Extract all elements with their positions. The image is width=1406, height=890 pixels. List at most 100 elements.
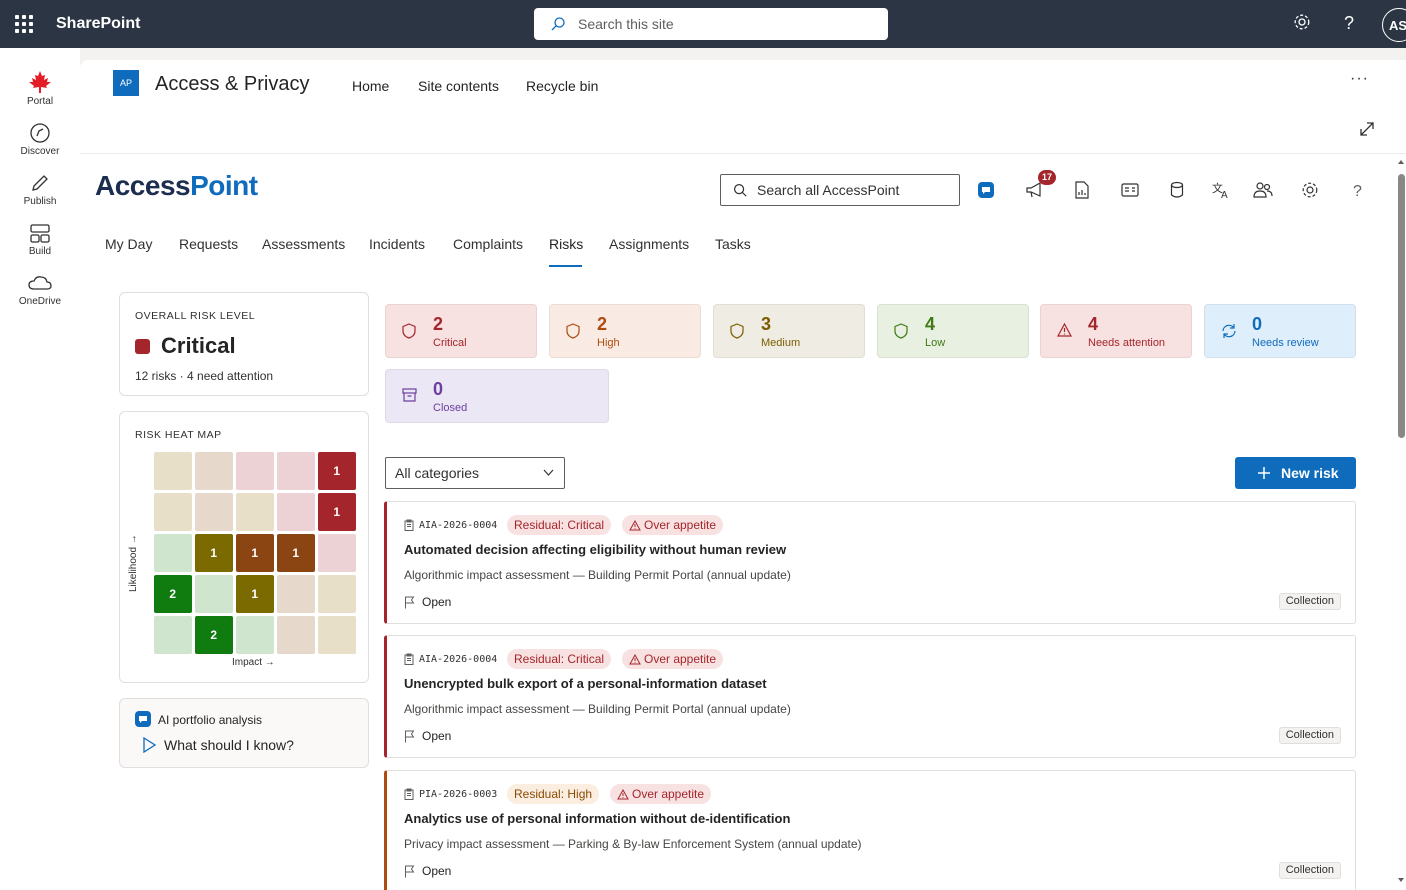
tab-my-day[interactable]: My Day	[105, 236, 152, 252]
stat-tile-needs-attention[interactable]: 4 Needs attention	[1040, 304, 1192, 358]
scrollbar[interactable]	[1396, 158, 1406, 890]
database-icon[interactable]	[1170, 181, 1184, 199]
site-logo[interactable]: AP	[113, 70, 139, 96]
stat-tile-needs-review[interactable]: 0 Needs review	[1204, 304, 1356, 358]
risk-title[interactable]: Unencrypted bulk export of a personal-in…	[404, 676, 767, 691]
site-nav-home[interactable]: Home	[352, 78, 389, 94]
refresh-icon	[1221, 323, 1237, 342]
contact-card-icon[interactable]	[1121, 182, 1139, 198]
ai-prompt-text: What should I know?	[164, 737, 294, 753]
heat-map-cell[interactable]: 1	[277, 534, 315, 572]
stat-tile-closed[interactable]: 0 Closed	[385, 369, 609, 423]
rail-item-build[interactable]: Build	[0, 222, 80, 257]
scroll-down-icon[interactable]	[1397, 876, 1405, 884]
risk-category-tag: Collection	[1278, 727, 1341, 744]
site-title[interactable]: Access & Privacy	[155, 73, 309, 96]
stat-tile-critical[interactable]: 2 Critical	[385, 304, 537, 358]
plus-icon	[1258, 467, 1270, 479]
rail-item-portal[interactable]: Portal	[0, 70, 80, 107]
risk-card[interactable]: AIA-2026-0004 Residual: Critical Over appe…	[384, 635, 1356, 758]
scroll-up-icon[interactable]	[1397, 158, 1405, 166]
over-appetite-text: Over appetite	[632, 787, 705, 801]
over-appetite-text: Over appetite	[644, 518, 717, 532]
risk-title[interactable]: Analytics use of personal information wi…	[404, 811, 790, 826]
heat-map-cell	[195, 452, 233, 490]
accesspoint-logo[interactable]: AccessPoint	[95, 170, 258, 202]
overall-risk-card: OVERALL RISK LEVEL Critical 12 risks · 4…	[119, 292, 369, 396]
new-risk-button[interactable]: New risk	[1235, 457, 1356, 489]
copilot-icon[interactable]	[977, 181, 995, 199]
translate-icon[interactable]: 文A	[1211, 180, 1231, 200]
shield-icon	[894, 323, 908, 342]
avatar[interactable]: AS	[1382, 8, 1406, 42]
heat-map-cell[interactable]: 1	[318, 452, 356, 490]
tab-tasks[interactable]: Tasks	[715, 236, 751, 252]
risk-title[interactable]: Automated decision affecting eligibility…	[404, 542, 786, 557]
more-options-button[interactable]: ···	[1350, 70, 1369, 88]
stat-tile-low[interactable]: 4 Low	[877, 304, 1029, 358]
category-filter-dropdown[interactable]: All categories	[385, 457, 565, 489]
heat-map-cell[interactable]: 2	[195, 616, 233, 654]
heat-map-cell	[154, 493, 192, 531]
heat-map-cell	[195, 575, 233, 613]
stat-label: High	[597, 337, 620, 349]
ai-ask-button[interactable]: What should I know?	[142, 737, 294, 753]
help-icon[interactable]: ?	[1351, 180, 1365, 200]
tab-incidents[interactable]: Incidents	[369, 236, 425, 252]
active-tab-indicator	[549, 265, 582, 267]
logo-text-a: Access	[95, 170, 191, 201]
accesspoint-search-input[interactable]: Search all AccessPoint	[720, 174, 960, 206]
sharepoint-brand[interactable]: SharePoint	[56, 15, 140, 33]
app-launcher-icon[interactable]	[15, 15, 33, 33]
help-icon[interactable]: ?	[1341, 13, 1359, 33]
heat-map-cell[interactable]: 1	[195, 534, 233, 572]
risk-card[interactable]: PIA-2026-0003 Residual: High Over appetite…	[384, 770, 1356, 890]
people-icon[interactable]	[1253, 181, 1273, 199]
gear-icon[interactable]	[1301, 181, 1319, 199]
risk-summary: 12 risks · 4 need attention	[135, 369, 274, 383]
tab-complaints[interactable]: Complaints	[453, 236, 523, 252]
stat-tile-medium[interactable]: 3 Medium	[713, 304, 865, 358]
rail-label: Build	[28, 246, 52, 257]
site-nav-recycle-bin[interactable]: Recycle bin	[526, 78, 598, 94]
tab-requests[interactable]: Requests	[179, 236, 238, 252]
warning-icon	[1056, 322, 1073, 340]
rail-item-discover[interactable]: Discover	[0, 122, 80, 157]
rail-item-publish[interactable]: Publish	[0, 172, 80, 207]
over-appetite-text: Over appetite	[644, 652, 717, 666]
scroll-thumb[interactable]	[1398, 174, 1405, 438]
risk-level-value: Critical	[161, 333, 236, 358]
heat-map-cell[interactable]: 1	[236, 534, 274, 572]
site-nav-site-contents[interactable]: Site contents	[418, 78, 499, 94]
risk-heat-map: RISK HEAT MAP 11111212 Likelihood → Impa…	[119, 411, 369, 683]
category-filter-value: All categories	[395, 465, 480, 481]
settings-icon[interactable]	[1293, 13, 1311, 31]
heat-map-cell	[236, 616, 274, 654]
flag-icon	[405, 730, 415, 742]
stat-count: 3	[761, 314, 772, 334]
heat-map-cell[interactable]: 1	[318, 493, 356, 531]
heat-map-cell[interactable]: 2	[154, 575, 192, 613]
expand-icon[interactable]	[1358, 120, 1376, 138]
search-icon	[733, 183, 747, 197]
heat-map-cell	[318, 575, 356, 613]
tab-assignments[interactable]: Assignments	[609, 236, 689, 252]
risk-card[interactable]: AIA-2026-0004 Residual: Critical Over appe…	[384, 501, 1356, 624]
risk-category-tag: Collection	[1278, 593, 1341, 610]
residual-badge: Residual: Critical	[507, 515, 612, 535]
heat-map-cell[interactable]: 1	[236, 575, 274, 613]
stat-count: 2	[433, 314, 444, 334]
site-search-input[interactable]: Search this site	[534, 8, 888, 40]
warning-icon	[617, 788, 629, 799]
rail-item-onedrive[interactable]: OneDrive	[0, 272, 80, 307]
overall-risk-label: OVERALL RISK LEVEL	[135, 310, 256, 322]
tab-risks[interactable]: Risks	[549, 236, 583, 252]
stat-label: Medium	[761, 337, 801, 349]
logo-text-b: Point	[190, 170, 258, 201]
heat-map-cell	[154, 534, 192, 572]
report-icon[interactable]	[1074, 181, 1090, 199]
risk-id: AIA-2026-0004	[404, 519, 497, 531]
tab-assessments[interactable]: Assessments	[262, 236, 345, 252]
risk-id-text: AIA-2026-0004	[419, 653, 498, 665]
stat-tile-high[interactable]: 2 High	[549, 304, 701, 358]
